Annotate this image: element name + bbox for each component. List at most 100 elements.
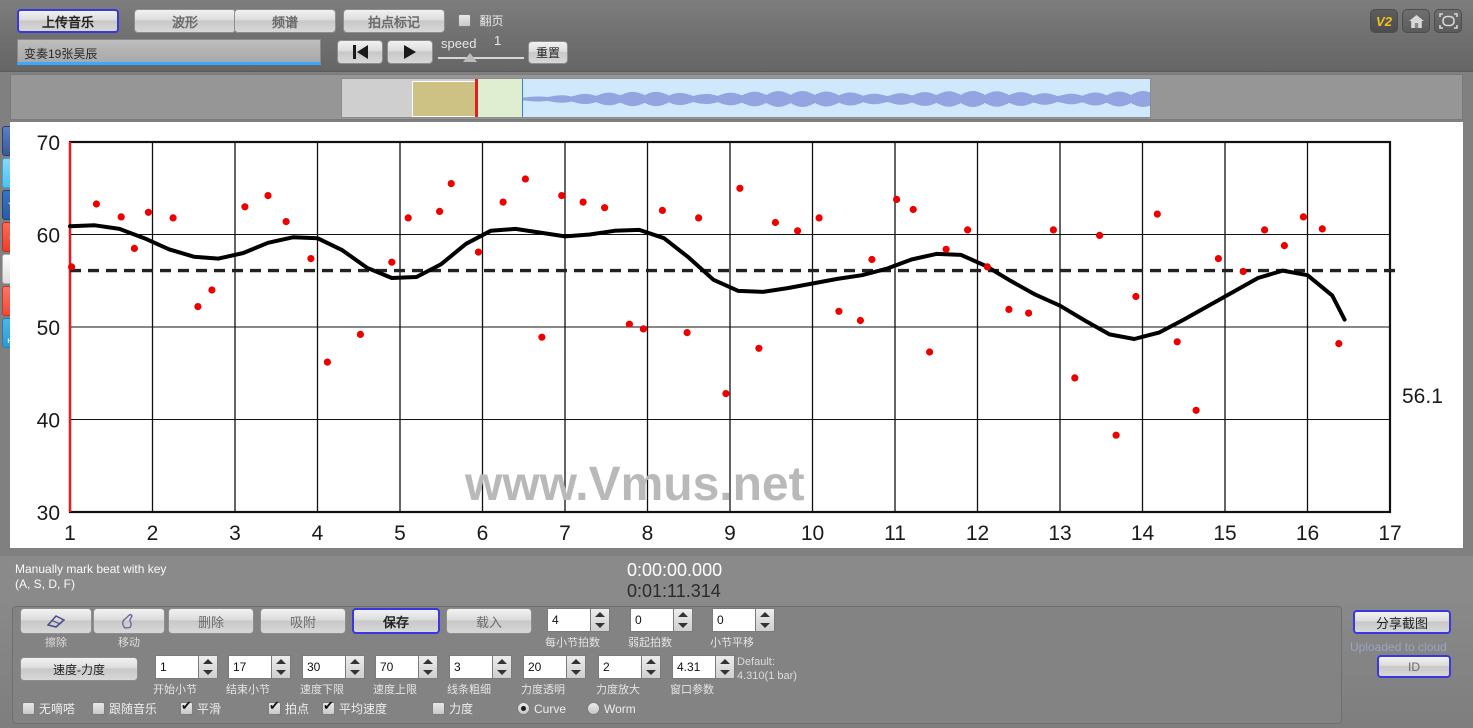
svg-text:4: 4	[312, 522, 324, 545]
spinner-up-icon[interactable]	[646, 659, 656, 664]
checkbox-follow-music[interactable]	[92, 702, 105, 716]
checkbox-average-speed[interactable]	[322, 699, 335, 716]
spinner-window-param-input[interactable]: 4.31	[672, 655, 716, 679]
tempo-chart-panel[interactable]: 30 40 50 60 70 1 2 3 4 5 6 7 8 9 10 11 12 13 14 15 16 17 www.…	[10, 122, 1463, 548]
spinner-up-icon[interactable]	[497, 659, 507, 664]
spinner-velocity-zoom-arrows[interactable]	[642, 655, 661, 679]
spinner-pickup-beats-input[interactable]: 0	[630, 608, 674, 632]
page-turn-checkbox[interactable]	[458, 14, 471, 28]
spinner-beats-per-bar-arrows[interactable]	[591, 608, 610, 632]
spinner-speed-max-arrows[interactable]	[419, 655, 438, 679]
spinner-pickup-beats-arrows[interactable]	[674, 608, 693, 632]
spinner-down-icon[interactable]	[203, 670, 213, 675]
fullscreen-icon[interactable]	[1434, 9, 1462, 33]
radio-worm[interactable]	[587, 702, 600, 716]
checkbox-velocity[interactable]	[432, 702, 445, 716]
song-name-input[interactable]: 变奏19张昊辰	[17, 39, 321, 65]
reset-button[interactable]: 重置	[528, 41, 568, 64]
spinner-up-icon[interactable]	[678, 612, 688, 617]
waveform-overview-strip[interactable]	[10, 74, 1463, 120]
spinner-up-icon[interactable]	[350, 659, 360, 664]
spinner-up-icon[interactable]	[760, 612, 770, 617]
spinner-down-icon[interactable]	[760, 623, 770, 628]
spinner-up-icon[interactable]	[571, 659, 581, 664]
spinner-start-bar-input[interactable]: 1	[155, 655, 199, 679]
spinner-end-bar-arrows[interactable]	[272, 655, 291, 679]
spinner-up-icon[interactable]	[276, 659, 286, 664]
spinner-speed-max-input[interactable]: 70	[375, 655, 419, 679]
waveform-peaks	[522, 91, 1150, 107]
spinner-up-icon[interactable]	[720, 659, 730, 664]
hand-move-icon	[122, 613, 133, 629]
rewind-triangle-icon	[356, 45, 368, 59]
move-tool-button[interactable]	[93, 608, 165, 634]
svg-text:1: 1	[64, 522, 76, 545]
save-button[interactable]: 保存	[352, 608, 440, 634]
spinner-line-width: 3 线条粗细	[447, 655, 512, 696]
load-button[interactable]: 载入	[446, 608, 532, 634]
play-button[interactable]	[387, 40, 433, 64]
spinner-velocity-zoom-input[interactable]: 2	[598, 655, 642, 679]
page-turn-checkbox-group: 翻页	[458, 12, 503, 30]
playhead-marker[interactable]	[475, 79, 478, 117]
spinner-down-icon[interactable]	[497, 670, 507, 675]
checkbox-smooth[interactable]	[180, 699, 193, 716]
delete-button[interactable]: 删除	[168, 608, 254, 634]
waveform-active-region[interactable]	[522, 79, 1150, 117]
radio-curve[interactable]	[517, 702, 530, 716]
home-icon[interactable]	[1402, 9, 1430, 33]
tab-waveform[interactable]: 波形	[134, 9, 236, 33]
spinner-window-param-arrows[interactable]	[716, 655, 735, 679]
spinner-start-bar-arrows[interactable]	[199, 655, 218, 679]
spinner-speed-min-input[interactable]: 30	[302, 655, 346, 679]
checkbox-beats[interactable]	[268, 699, 281, 716]
spinner-down-icon[interactable]	[571, 670, 581, 675]
svg-text:2: 2	[147, 522, 159, 545]
spinner-bar-shift-input[interactable]: 0	[712, 608, 756, 632]
checkbox-no-metronome-group: 无嘀嗒	[22, 700, 75, 718]
spinner-up-icon[interactable]	[423, 659, 433, 664]
spinner-bar-shift-arrows[interactable]	[756, 608, 775, 632]
spinner-up-icon[interactable]	[595, 612, 605, 617]
spinner-line-width-input[interactable]: 3	[449, 655, 493, 679]
speed-slider-track[interactable]	[438, 57, 524, 59]
spinner-down-icon[interactable]	[720, 670, 730, 675]
cloud-id-button[interactable]: ID	[1377, 655, 1451, 678]
spinner-speed-min-arrows[interactable]	[346, 655, 365, 679]
spinner-velocity-opacity: 20 力度透明	[521, 655, 586, 696]
speed-slider-thumb[interactable]	[463, 53, 477, 62]
waveform-canvas[interactable]	[341, 78, 1151, 118]
spinner-up-icon[interactable]	[203, 659, 213, 664]
tab-beat-marks[interactable]: 拍点标记	[343, 9, 445, 33]
spinner-down-icon[interactable]	[423, 670, 433, 675]
spinner-end-bar-input[interactable]: 17	[228, 655, 272, 679]
spinner-down-icon[interactable]	[276, 670, 286, 675]
snap-button[interactable]: 吸附	[260, 608, 346, 634]
tab-upload-music[interactable]: 上传音乐	[17, 9, 119, 33]
tab-upload-music-label: 上传音乐	[41, 14, 94, 30]
checkbox-no-metronome[interactable]	[22, 702, 35, 716]
svg-text:8: 8	[642, 522, 654, 545]
tab-beat-marks-label: 拍点标记	[367, 14, 420, 30]
share-screenshot-label: 分享截图	[1375, 615, 1428, 631]
tab-spectrum[interactable]: 频谱	[234, 9, 336, 33]
delete-label: 删除	[197, 614, 224, 630]
spinner-down-icon[interactable]	[350, 670, 360, 675]
spinner-line-width-arrows[interactable]	[493, 655, 512, 679]
spinner-velocity-opacity-arrows[interactable]	[567, 655, 586, 679]
spinner-beats-per-bar-input[interactable]: 4	[547, 608, 591, 632]
version-badge-icon[interactable]: V2	[1370, 9, 1398, 33]
spinner-velocity-opacity-input[interactable]: 20	[523, 655, 567, 679]
velocity-mode-button[interactable]: 速度-力度	[20, 657, 138, 681]
tab-spectrum-label: 频谱	[271, 14, 298, 30]
svg-text:12: 12	[966, 522, 989, 545]
rewind-button[interactable]	[337, 40, 383, 64]
share-screenshot-button[interactable]: 分享截图	[1353, 610, 1451, 634]
erase-tool-button[interactable]	[20, 608, 92, 634]
spinner-down-icon[interactable]	[595, 623, 605, 628]
waveform-selection-start[interactable]	[412, 81, 477, 117]
spinner-down-icon[interactable]	[646, 670, 656, 675]
checkbox-velocity-group: 力度	[432, 700, 473, 718]
spinner-down-icon[interactable]	[678, 623, 688, 628]
waveform-selection-region[interactable]	[477, 79, 522, 117]
